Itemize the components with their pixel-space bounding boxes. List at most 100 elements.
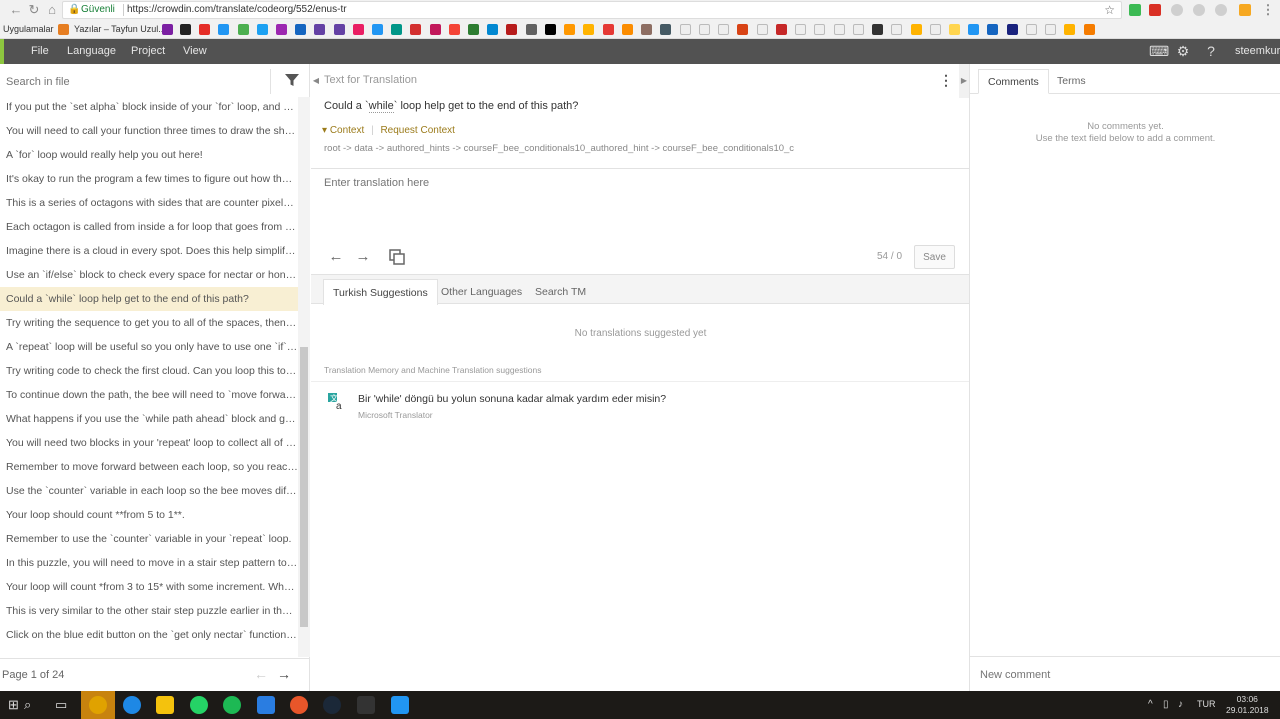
extension-icon[interactable]: [1171, 4, 1183, 16]
search-in-file-input[interactable]: [6, 74, 266, 90]
steam-icon[interactable]: [323, 696, 341, 714]
bookmark-icon[interactable]: [949, 24, 960, 35]
bookmark-icon[interactable]: [1064, 24, 1075, 35]
string-row-selected[interactable]: Could a `while` loop help get to the end…: [0, 287, 298, 311]
source-term[interactable]: while: [368, 100, 394, 113]
extension-icon[interactable]: [1129, 4, 1141, 16]
string-row[interactable]: Use an `if/else` block to check every sp…: [0, 263, 298, 287]
string-row[interactable]: Your loop will count *from 3 to 15* with…: [0, 575, 298, 599]
string-row[interactable]: Your loop should count **from 5 to 1**.: [0, 503, 298, 527]
gear-icon[interactable]: ⚙: [1175, 43, 1191, 59]
collapse-right-icon[interactable]: ▶: [959, 64, 969, 98]
address-bar[interactable]: 🔒 Güvenli https://crowdin.com/translate/…: [62, 1, 1122, 19]
extension-icon[interactable]: [1193, 4, 1205, 16]
reload-icon[interactable]: ↻: [26, 2, 42, 18]
bookmark-icon[interactable]: [603, 24, 614, 35]
bookmark-icon[interactable]: [930, 24, 941, 35]
context-toggle[interactable]: Context: [330, 125, 364, 136]
previous-string-arrow-icon[interactable]: ←: [327, 248, 345, 266]
bookmark-icon[interactable]: [853, 24, 864, 35]
back-arrow-icon[interactable]: ←: [8, 2, 24, 18]
bookmark-icon[interactable]: [545, 24, 556, 35]
browser-menu-icon[interactable]: ⋮: [1260, 2, 1276, 18]
tm-suggestion[interactable]: 文 a Bir 'while' döngü bu yolun sonuna ka…: [311, 382, 970, 426]
string-row[interactable]: You will need to call your function thre…: [0, 119, 298, 143]
bookmark-icon[interactable]: [1084, 24, 1095, 35]
bookmark-icon[interactable]: [353, 24, 364, 35]
scrollbar-thumb[interactable]: [300, 347, 308, 627]
chrome-icon[interactable]: [89, 696, 107, 714]
bookmark-icon[interactable]: [449, 24, 460, 35]
tm-suggestion-text[interactable]: Bir 'while' döngü bu yolun sonuna kadar …: [358, 393, 666, 405]
keyboard-icon[interactable]: ⌨: [1149, 43, 1169, 59]
file-explorer-icon[interactable]: [156, 696, 174, 714]
bookmark-icon[interactable]: [891, 24, 902, 35]
bookmark-icon[interactable]: [641, 24, 652, 35]
string-row[interactable]: What happens if you use the `while path …: [0, 407, 298, 431]
next-page-arrow-icon[interactable]: →: [277, 666, 291, 682]
extension-icon[interactable]: [1149, 4, 1161, 16]
home-icon[interactable]: ⌂: [44, 2, 60, 18]
windows-start-icon[interactable]: ⊞: [8, 697, 19, 713]
menu-project[interactable]: Project: [131, 45, 165, 57]
bookmark-icon[interactable]: [834, 24, 845, 35]
bookmark-icon[interactable]: [410, 24, 421, 35]
bookmark-apps[interactable]: Uygulamalar: [3, 24, 54, 34]
string-row[interactable]: It's okay to run the program a few times…: [0, 167, 298, 191]
bookmark-icon[interactable]: [468, 24, 479, 35]
tab-comments[interactable]: Comments: [978, 69, 1049, 94]
address-url[interactable]: https://crowdin.com/translate/codeorg/55…: [127, 4, 347, 15]
string-row[interactable]: Try writing the sequence to get you to a…: [0, 311, 298, 335]
strings-scrollbar[interactable]: [298, 97, 310, 657]
string-row[interactable]: Click on the blue edit button on the `ge…: [0, 623, 298, 647]
bookmark-icon[interactable]: [680, 24, 691, 35]
bookmark-icon[interactable]: [795, 24, 806, 35]
bookmark-icon[interactable]: [58, 24, 69, 35]
string-row[interactable]: This is a series of octagons with sides …: [0, 191, 298, 215]
bookmark-icon[interactable]: [583, 24, 594, 35]
menu-file[interactable]: File: [31, 45, 49, 57]
string-row[interactable]: Imagine there is a cloud in every spot. …: [0, 239, 298, 263]
prev-page-arrow-icon[interactable]: ←: [254, 666, 268, 682]
new-comment-input[interactable]: [980, 667, 1260, 683]
string-row[interactable]: A `repeat` loop will be useful so you on…: [0, 335, 298, 359]
bookmark-icon[interactable]: [737, 24, 748, 35]
string-row[interactable]: Each octagon is called from inside a for…: [0, 215, 298, 239]
input-language[interactable]: TUR: [1197, 699, 1216, 709]
whatsapp-icon[interactable]: [190, 696, 208, 714]
chevron-up-icon[interactable]: ^: [1148, 697, 1153, 713]
bookmark-icon[interactable]: [660, 24, 671, 35]
tab-search-tm[interactable]: Search TM: [526, 279, 595, 305]
string-row[interactable]: Use the `counter` variable in each loop …: [0, 479, 298, 503]
volume-icon[interactable]: ♪: [1178, 697, 1183, 713]
more-options-icon[interactable]: ⋮: [939, 72, 953, 89]
bookmark-icon[interactable]: [1007, 24, 1018, 35]
bookmark-icon[interactable]: [238, 24, 249, 35]
bookmark-tayfun[interactable]: Yazılar – Tayfun Uzul...: [74, 24, 166, 34]
bookmark-icon[interactable]: [257, 24, 268, 35]
extension-icon[interactable]: [1239, 4, 1251, 16]
twitch-icon[interactable]: [334, 24, 345, 35]
translation-input[interactable]: [324, 177, 954, 227]
help-icon[interactable]: ?: [1203, 43, 1219, 59]
string-row[interactable]: In this puzzle, you will need to move in…: [0, 551, 298, 575]
bookmark-icon[interactable]: [622, 24, 633, 35]
bookmark-icon[interactable]: [911, 24, 922, 35]
string-row[interactable]: A `for` loop would really help you out h…: [0, 143, 298, 167]
bookmark-icon[interactable]: [757, 24, 768, 35]
bookmark-icon[interactable]: [1026, 24, 1037, 35]
filter-icon[interactable]: [284, 72, 300, 88]
bookmark-icon[interactable]: [987, 24, 998, 35]
task-view-icon[interactable]: ▭: [55, 697, 67, 713]
bookmark-icon[interactable]: [430, 24, 441, 35]
app-icon[interactable]: [391, 696, 409, 714]
network-icon[interactable]: ▯: [1163, 697, 1169, 713]
bookmark-icon[interactable]: [372, 24, 383, 35]
system-clock[interactable]: 03:06 29.01.2018: [1226, 694, 1269, 716]
bookmark-icon[interactable]: [872, 24, 883, 35]
bookmark-icon[interactable]: [487, 24, 498, 35]
twitch-icon[interactable]: [314, 24, 325, 35]
string-row[interactable]: Try writing code to check the first clou…: [0, 359, 298, 383]
origin-icon[interactable]: [290, 696, 308, 714]
search-icon[interactable]: ⌕: [24, 697, 31, 713]
